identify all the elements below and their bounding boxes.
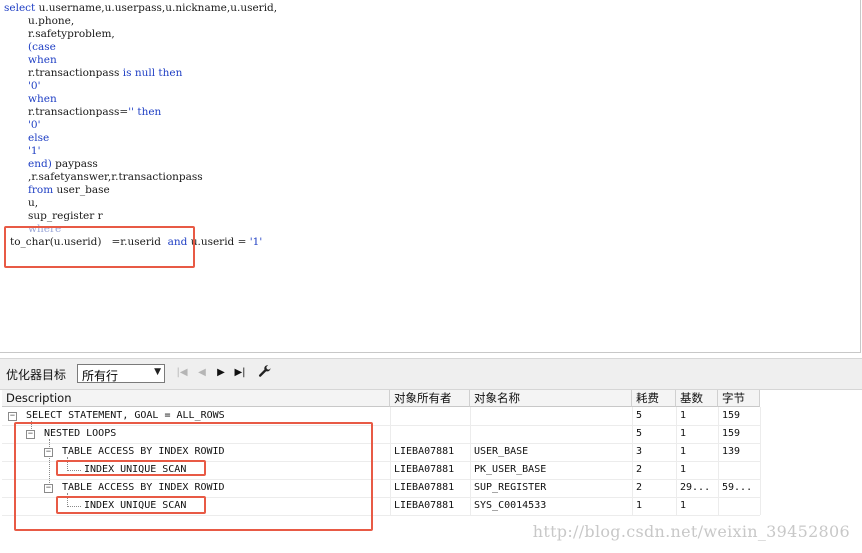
code-line-1: select u.username,u.userpass,u.nickname,… xyxy=(4,2,278,14)
plan-bytes: 159 xyxy=(722,428,741,439)
code-line-4: (case xyxy=(28,41,56,53)
first-record-icon[interactable]: |◀ xyxy=(175,365,189,381)
optimizer-goal-select[interactable]: 所有行 ▼ xyxy=(77,364,165,383)
plan-object: PK_USER_BASE xyxy=(474,464,547,475)
column-header-owner[interactable]: 对象所有者 xyxy=(390,390,470,407)
code-line-5: when xyxy=(28,54,57,66)
code-line-12: '1' xyxy=(28,145,41,157)
optimizer-goal-value: 所有行 xyxy=(82,369,119,383)
plan-owner xyxy=(390,407,470,425)
plan-object: SYS_C0014533 xyxy=(474,500,547,511)
code-line-9: r.transactionpass='' then xyxy=(28,106,162,118)
code-line-14: ,r.safetyanswer,r.transactionpass xyxy=(28,171,203,183)
plan-object: SUP_REGISTER xyxy=(474,482,547,493)
plan-cardinality: 1 xyxy=(680,428,687,439)
plan-bytes xyxy=(718,497,760,515)
code-line-2: u.phone, xyxy=(28,15,75,27)
plan-bytes: 59... xyxy=(722,482,753,493)
plan-cost: 5 xyxy=(636,428,643,439)
plan-cardinality: 1 xyxy=(680,500,687,511)
plan-owner: LIEBA07881 xyxy=(394,482,455,493)
code-line-17: sup_register r xyxy=(28,210,103,222)
optimizer-toolbar: 优化器目标 所有行 ▼ |◀ ◀ ▶ ▶| xyxy=(0,358,862,390)
last-record-icon[interactable]: ▶| xyxy=(233,365,247,381)
plan-owner: LIEBA07881 xyxy=(394,500,455,511)
highlight-box-index-scan-2 xyxy=(56,496,206,514)
plan-cardinality: 1 xyxy=(680,464,687,475)
column-header-object-name[interactable]: 对象名称 xyxy=(470,390,632,407)
plan-cost: 2 xyxy=(636,464,643,475)
code-line-15: from user_base xyxy=(28,184,110,196)
code-line-10: '0' xyxy=(28,119,41,131)
plan-owner: LIEBA07881 xyxy=(394,464,455,475)
highlight-box-index-scan-1 xyxy=(56,460,206,476)
column-header-description[interactable]: Description xyxy=(2,390,390,407)
plan-object xyxy=(470,407,632,425)
plan-cardinality: 29... xyxy=(680,482,711,493)
code-line-8: when xyxy=(28,93,57,105)
code-line-6: r.transactionpass is null then xyxy=(28,67,183,79)
plan-owner xyxy=(390,425,470,443)
plan-cardinality: 1 xyxy=(680,410,687,421)
watermark-text: http://blog.csdn.net/weixin_39452806 xyxy=(532,522,850,541)
collapse-icon[interactable]: − xyxy=(8,412,17,421)
plan-cost: 2 xyxy=(636,482,643,493)
highlight-box-where-clause xyxy=(4,226,195,268)
wrench-icon[interactable] xyxy=(258,364,272,380)
next-record-icon[interactable]: ▶ xyxy=(214,365,228,381)
code-line-7: '0' xyxy=(28,80,41,92)
code-line-11: else xyxy=(28,132,50,144)
plan-cost: 1 xyxy=(636,500,643,511)
plan-bytes xyxy=(718,461,760,479)
previous-record-icon[interactable]: ◀ xyxy=(195,365,209,381)
chevron-down-icon: ▼ xyxy=(154,367,161,377)
code-text: u.username,u.userpass,u.nickname,u.useri… xyxy=(38,2,278,14)
plan-cost: 3 xyxy=(636,446,643,457)
plan-cardinality: 1 xyxy=(680,446,687,457)
optimizer-goal-label: 优化器目标 xyxy=(6,368,67,382)
sql-editor[interactable]: select u.username,u.userpass,u.nickname,… xyxy=(0,0,861,353)
plan-owner: LIEBA07881 xyxy=(394,446,455,457)
highlight-box-nested-loops xyxy=(14,422,373,531)
code-line-16: u, xyxy=(28,197,39,209)
column-divider xyxy=(760,407,761,515)
code-line-3: r.safetyproblem, xyxy=(28,28,115,40)
plan-bytes: 139 xyxy=(722,446,741,457)
plan-cost: 5 xyxy=(636,410,643,421)
column-header-bytes[interactable]: 字节 xyxy=(718,390,760,407)
plan-bytes: 159 xyxy=(722,410,741,421)
code-line-13: end) paypass xyxy=(28,158,98,170)
plan-object: USER_BASE xyxy=(474,446,529,457)
column-header-cost[interactable]: 耗费 xyxy=(632,390,676,407)
column-header-cardinality[interactable]: 基数 xyxy=(676,390,718,407)
plan-object xyxy=(470,425,632,443)
